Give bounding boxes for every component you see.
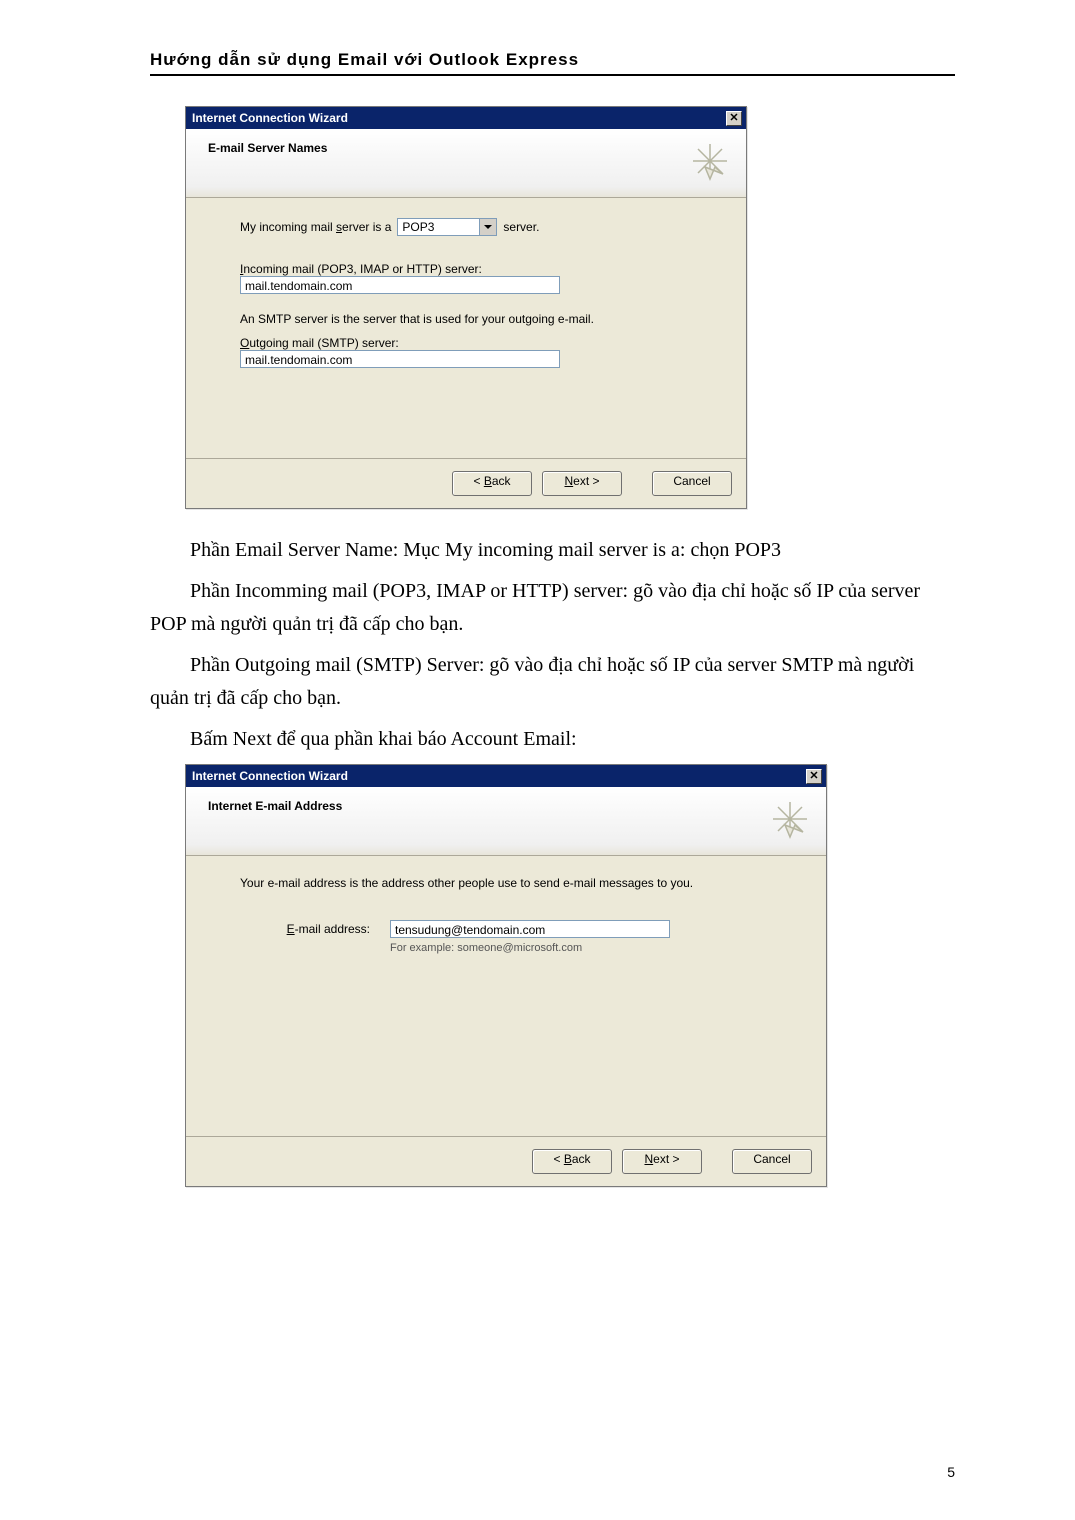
incoming-server-input[interactable]: mail.tendomain.com xyxy=(240,276,560,294)
cancel-button[interactable]: Cancel xyxy=(652,471,732,496)
email-address-label: E-mail address: xyxy=(240,920,370,936)
wizard-dialog-server-names: Internet Connection Wizard ✕ E-mail Serv… xyxy=(185,106,747,509)
titlebar-text: Internet Connection Wizard xyxy=(192,769,348,783)
banner-title: Internet E-mail Address xyxy=(208,799,342,813)
dialog-banner: E-mail Server Names xyxy=(186,129,746,198)
close-button[interactable]: ✕ xyxy=(726,111,742,126)
titlebar: Internet Connection Wizard ✕ xyxy=(186,107,746,129)
incoming-server-label: Incoming mail (POP3, IMAP or HTTP) serve… xyxy=(240,262,718,276)
dialog-body: My incoming mail server is a POP3 server… xyxy=(186,198,746,458)
close-button[interactable]: ✕ xyxy=(806,769,822,784)
back-button[interactable]: < Back xyxy=(532,1149,612,1174)
next-button[interactable]: Next > xyxy=(622,1149,702,1174)
email-hint: For example: someone@microsoft.com xyxy=(390,942,670,954)
wizard-icon xyxy=(690,141,730,181)
banner-title: E-mail Server Names xyxy=(208,141,327,155)
server-type-value: POP3 xyxy=(402,220,434,234)
incoming-type-label: My incoming mail server is a xyxy=(240,220,391,234)
server-type-select[interactable]: POP3 xyxy=(397,218,497,236)
incoming-type-suffix: server. xyxy=(503,220,539,234)
wizard-dialog-email-address: Internet Connection Wizard ✕ Internet E-… xyxy=(185,764,827,1187)
wizard-icon xyxy=(770,799,810,839)
page-number: 5 xyxy=(947,1464,955,1480)
next-button[interactable]: Next > xyxy=(542,471,622,496)
titlebar-text: Internet Connection Wizard xyxy=(192,111,348,125)
button-row: < Back Next > Cancel xyxy=(186,1136,826,1186)
paragraph-2: Phần Incomming mail (POP3, IMAP or HTTP)… xyxy=(150,575,955,641)
intro-text: Your e-mail address is the address other… xyxy=(240,876,798,890)
email-address-input[interactable]: tensudung@tendomain.com xyxy=(390,920,670,938)
button-row: < Back Next > Cancel xyxy=(186,458,746,508)
dialog-body: Your e-mail address is the address other… xyxy=(186,856,826,1136)
outgoing-server-input[interactable]: mail.tendomain.com xyxy=(240,350,560,368)
paragraph-4: Bấm Next để qua phần khai báo Account Em… xyxy=(150,723,955,756)
paragraph-1: Phần Email Server Name: Mục My incoming … xyxy=(150,534,955,567)
dialog-banner: Internet E-mail Address xyxy=(186,787,826,856)
outgoing-server-label: Outgoing mail (SMTP) server: xyxy=(240,336,718,350)
smtp-note: An SMTP server is the server that is use… xyxy=(240,312,718,326)
cancel-button[interactable]: Cancel xyxy=(732,1149,812,1174)
back-button[interactable]: < Back xyxy=(452,471,532,496)
doc-header: Hướng dẫn sử dụng Email với Outlook Expr… xyxy=(150,50,955,76)
chevron-down-icon xyxy=(479,219,496,235)
titlebar: Internet Connection Wizard ✕ xyxy=(186,765,826,787)
paragraph-3: Phần Outgoing mail (SMTP) Server: gõ vào… xyxy=(150,649,955,715)
